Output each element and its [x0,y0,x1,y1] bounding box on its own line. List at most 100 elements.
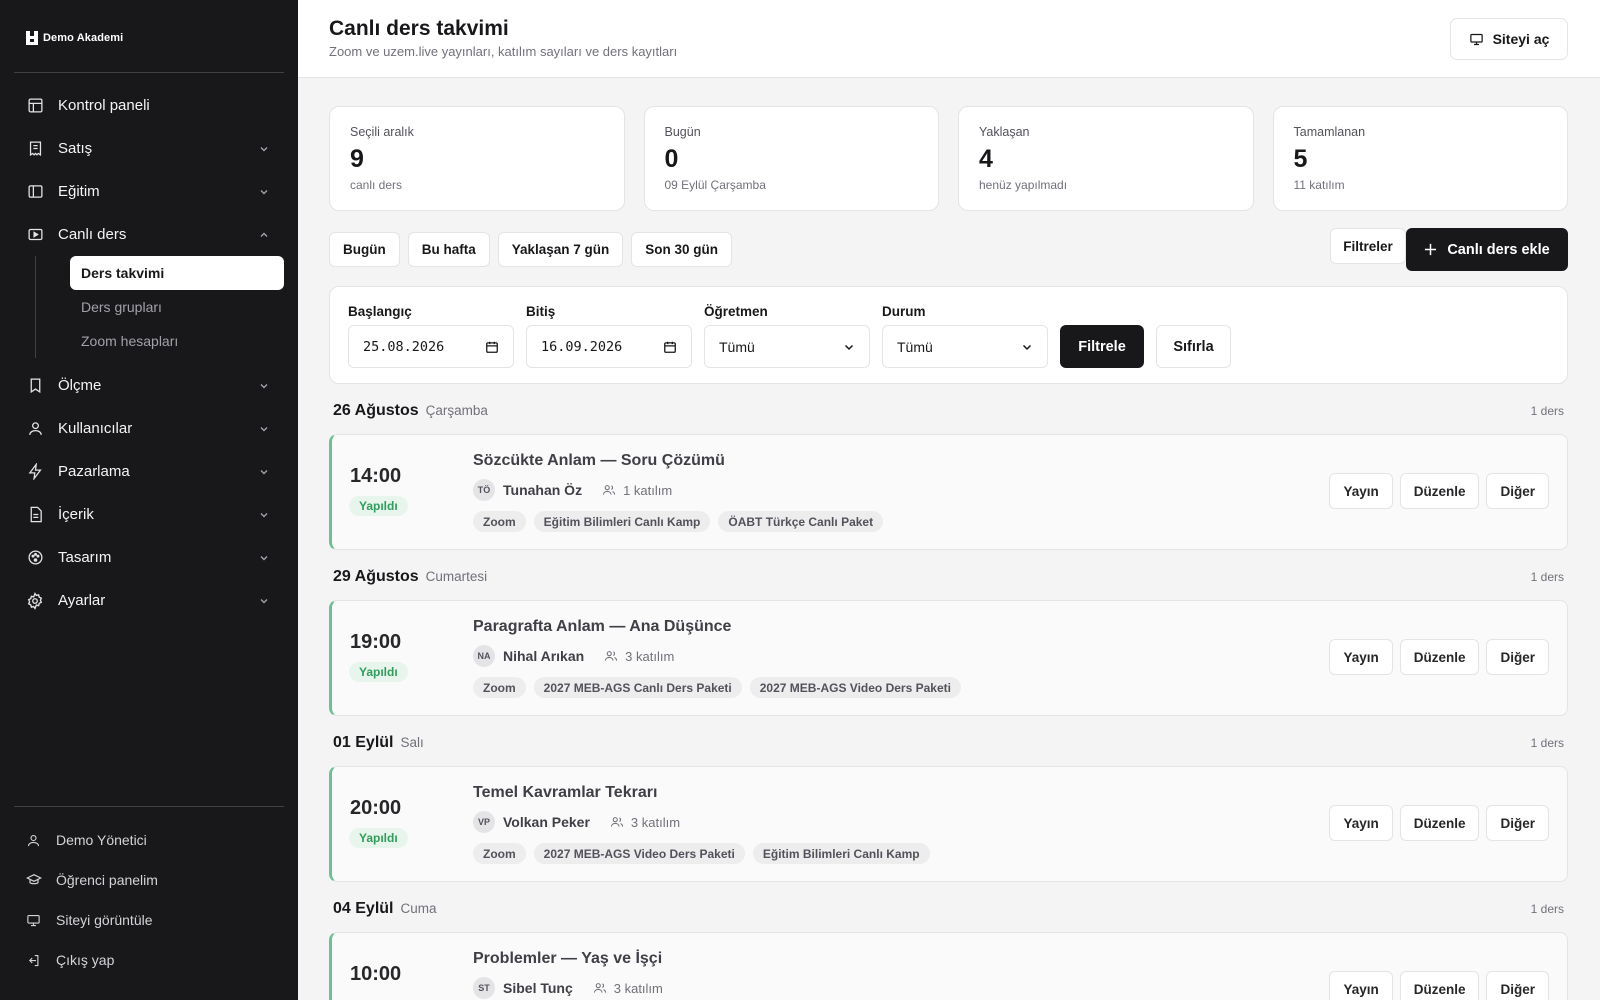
attendance: 3 katılım [610,815,680,830]
sidebar-item-profile[interactable]: Demo Yönetici [14,820,284,860]
lesson-title[interactable]: Temel Kavramlar Tekrarı [473,784,657,802]
lesson-meta: NA Nihal Arıkan 3 katılım [473,645,674,667]
more-button[interactable]: Diğer [1486,639,1549,675]
reset-filter-button[interactable]: Sıfırla [1156,325,1231,368]
sidebar-item-users[interactable]: Kullanıcılar [14,407,284,450]
stream-button[interactable]: Yayın [1329,639,1393,675]
lesson-card[interactable]: 19:00 Yapıldı Paragrafta Anlam — Ana Düş… [329,600,1568,716]
sidebar-nav: Kontrol paneli Satış Eğitim Canlı ders D… [14,84,284,622]
lesson-title[interactable]: Sözcükte Anlam — Soru Çözümü [473,452,725,470]
chevron-down-icon [260,383,268,388]
end-date-input[interactable]: 16.09.2026 [526,325,692,368]
avatar: ST [473,977,495,999]
stream-button[interactable]: Yayın [1329,473,1393,509]
day-header: 04 Eylül Cuma 1 ders [329,900,1568,922]
brand-logo-icon [26,31,38,45]
teacher-name: Nihal Arıkan [503,648,585,664]
apply-filter-button[interactable]: Filtrele [1060,325,1144,368]
video-icon [26,226,44,244]
sidebar-item-content[interactable]: İçerik [14,493,284,536]
day-weekday: Cuma [400,901,437,916]
filter-panel: Başlangıç 25.08.2026 Bitiş 16.09.2026 Öğ… [329,286,1568,384]
edit-button[interactable]: Düzenle [1399,805,1480,841]
edit-button[interactable]: Düzenle [1399,473,1480,509]
sidebar: Demo Akademi Kontrol paneli Satış Eğitim… [0,0,298,1000]
status-select[interactable]: Tümü [882,325,1048,368]
sidebar-divider [14,72,284,73]
quick-next-7-days-button[interactable]: Yaklaşan 7 gün [497,232,624,267]
sidebar-item-education[interactable]: Eğitim [14,170,284,213]
stat-label: Yaklaşan [979,125,1030,139]
quick-last-30-days-button[interactable]: Son 30 gün [631,232,733,267]
subnav-item-groups[interactable]: Ders grupları [70,290,284,324]
user-icon [26,420,44,438]
lesson-card[interactable]: 20:00 Yapıldı Temel Kavramlar Tekrarı VP… [329,766,1568,882]
chevron-down-icon [260,146,268,151]
sidebar-item-settings[interactable]: Ayarlar [14,579,284,622]
sidebar-item-dashboard[interactable]: Kontrol paneli [14,84,284,127]
sidebar-item-design[interactable]: Tasarım [14,536,284,579]
quick-this-week-button[interactable]: Bu hafta [407,232,490,267]
open-site-button[interactable]: Siteyi aç [1450,18,1568,60]
lesson-time: 10:00 [350,963,402,985]
edit-button[interactable]: Düzenle [1399,639,1480,675]
brand[interactable]: Demo Akademi [26,31,123,45]
day-header: 29 Ağustos Cumartesi 1 ders [329,568,1568,590]
status-select-value: Tümü [897,338,933,355]
sidebar-item-assessment[interactable]: Ölçme [14,364,284,407]
teacher-name: Tunahan Öz [503,482,583,498]
lesson-card[interactable]: 10:00 Problemler — Yaş ve İşçi ST Sibel … [329,932,1568,1000]
monitor-icon [26,912,42,928]
sidebar-item-marketing[interactable]: Pazarlama [14,450,284,493]
sidebar-item-label: Kontrol paneli [58,97,150,114]
sidebar-item-live-lesson[interactable]: Canlı ders [14,213,284,256]
sidebar-bottom-nav: Demo Yönetici Öğrenci panelim Siteyi gör… [14,820,284,980]
open-site-label: Siteyi aç [1492,31,1550,47]
subnav-item-zoom-accounts[interactable]: Zoom hesapları [70,324,284,358]
start-date-input[interactable]: 25.08.2026 [348,325,514,368]
lesson-time: 20:00 [350,797,402,819]
quick-today-button[interactable]: Bugün [329,232,400,267]
sidebar-item-view-site[interactable]: Siteyi görüntüle [14,900,284,940]
lesson-card[interactable]: 14:00 Yapıldı Sözcükte Anlam — Soru Çözü… [329,434,1568,550]
attendance: 3 katılım [593,981,663,996]
stream-button[interactable]: Yayın [1329,805,1393,841]
teacher-select[interactable]: Tümü [704,325,870,368]
status-badge: Yapıldı [349,496,408,516]
lesson-tag: 2027 MEB-AGS Canlı Ders Paketi [533,677,742,698]
lesson-tag: ÖABT Türkçe Canlı Paket [718,511,884,532]
more-button[interactable]: Diğer [1486,805,1549,841]
filters-button[interactable]: Filtreler [1330,228,1406,264]
stat-value: 5 [1293,145,1308,173]
subnav-item-schedule[interactable]: Ders takvimi [70,256,284,290]
lesson-tag: 2027 MEB-AGS Video Ders Paketi [533,843,745,864]
sidebar-item-label: Demo Yönetici [56,832,147,848]
sidebar-item-logout[interactable]: Çıkış yap [14,940,284,980]
lesson-tag: Eğitim Bilimleri Canlı Kamp [752,843,930,864]
attendance-count: 3 katılım [630,814,681,830]
stat-label: Tamamlanan [1293,125,1366,139]
page-header: Canlı ders takvimi Zoom ve uzem.live yay… [298,0,1600,78]
attendance-count: 1 katılım [623,482,673,498]
stream-button[interactable]: Yayın [1329,971,1393,1000]
add-live-lesson-button[interactable]: Canlı ders ekle [1406,228,1568,271]
day-date: 29 Ağustos [333,568,419,585]
live-lesson-subnav: Ders takvimi Ders grupları Zoom hesaplar… [14,256,284,358]
more-button[interactable]: Diğer [1486,473,1549,509]
sidebar-item-student-panel[interactable]: Öğrenci panelim [14,860,284,900]
more-button[interactable]: Diğer [1486,971,1549,1000]
teacher-name: Sibel Tunç [503,980,573,996]
day-group: 04 Eylül Cuma 1 ders 10:00 Problemler — … [329,900,1568,1000]
attendance: 1 katılım [602,483,672,498]
status-badge: Yapıldı [349,828,408,848]
sidebar-item-sales[interactable]: Satış [14,127,284,170]
lesson-meta: TÖ Tunahan Öz 1 katılım [473,479,672,501]
stat-card-completed: Tamamlanan 5 11 katılım [1272,106,1568,211]
edit-button[interactable]: Düzenle [1399,971,1480,1000]
lesson-title[interactable]: Problemler — Yaş ve İşçi [473,950,662,968]
page-subtitle: Zoom ve uzem.live yayınları, katılım say… [329,44,678,59]
calendar-icon [664,341,676,353]
lesson-title[interactable]: Paragrafta Anlam — Ana Düşünce [473,618,731,636]
lesson-actions: Yayın Düzenle Diğer [1329,971,1549,1000]
chevron-down-icon [1022,344,1032,350]
